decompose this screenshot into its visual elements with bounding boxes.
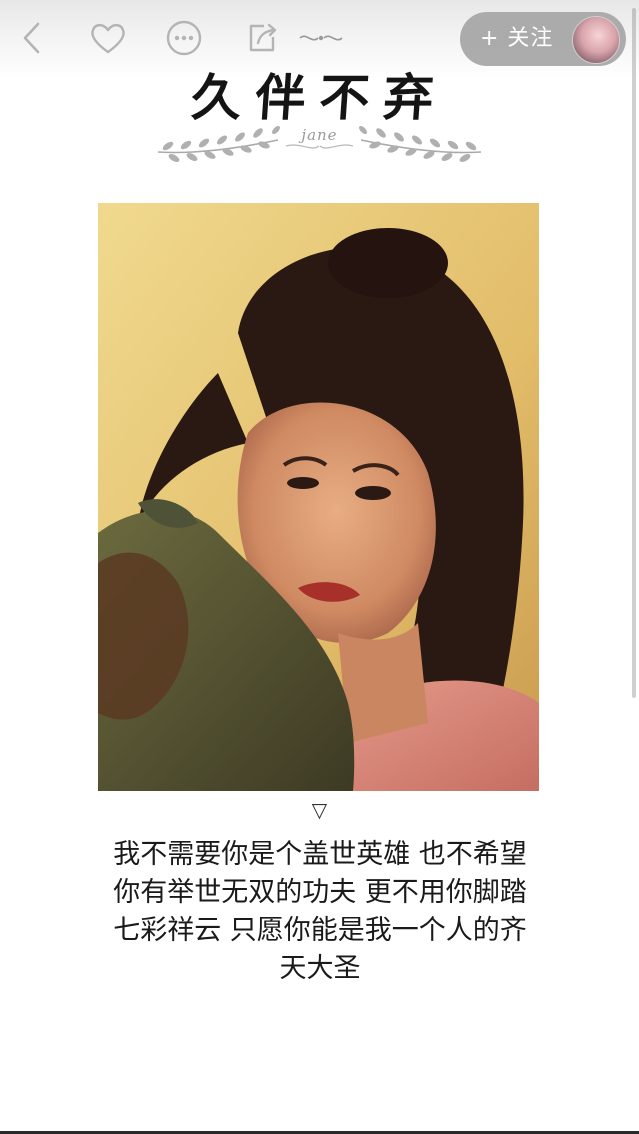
follow-button[interactable]: + 关注 [460, 12, 626, 66]
author-avatar[interactable] [572, 16, 620, 64]
poem-line: 我不需要你是个盖世英雄 也不希望 [113, 839, 527, 870]
scrollbar[interactable] [632, 8, 636, 698]
share-icon[interactable] [242, 18, 282, 58]
more-icon[interactable] [164, 18, 204, 58]
article-page: + 关注 久伴不弃 jane ▽ 我不需要你是个盖世英雄 也不希望 你有举世无双… [0, 0, 639, 1134]
ornament-icon [298, 18, 344, 58]
poem-line: 七彩祥云 只愿你能是我一个人的齐 [113, 915, 527, 946]
follow-label: + 关注 [480, 26, 554, 51]
article-photo[interactable] [98, 203, 539, 791]
back-icon[interactable] [12, 18, 52, 58]
poem-line: 天大圣 [279, 953, 361, 984]
ornament-text: jane [301, 126, 338, 144]
poem-line: 你有举世无双的功夫 更不用你脚踏 [113, 877, 527, 908]
heart-icon[interactable] [88, 18, 128, 58]
pointer-triangle-icon: ▽ [311, 798, 328, 822]
poem-text: 我不需要你是个盖世英雄 也不希望 你有举世无双的功夫 更不用你脚踏 七彩祥云 只… [80, 836, 560, 988]
